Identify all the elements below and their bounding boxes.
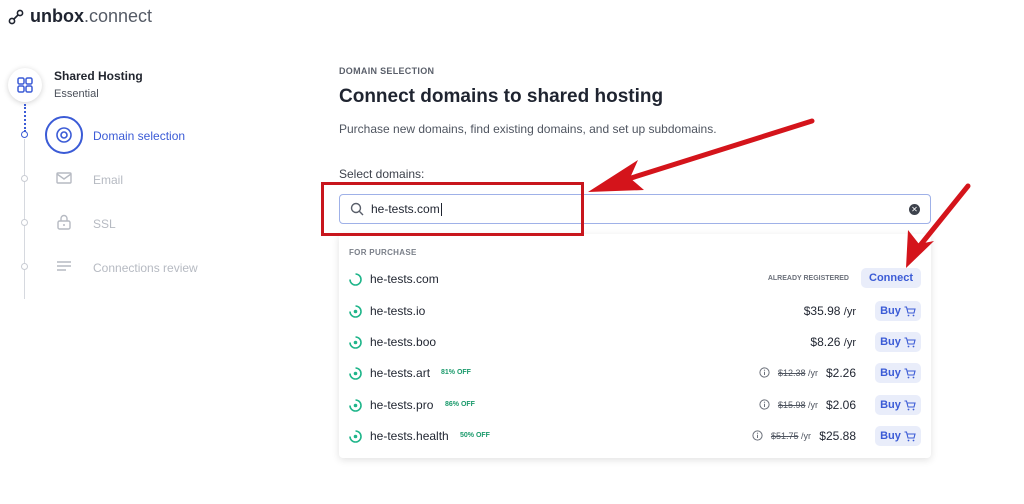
price-value: $8.26: [810, 335, 841, 349]
original-price-period: /yr: [808, 400, 818, 410]
discounted-price: $25.88: [819, 429, 856, 443]
cart-icon: [904, 367, 916, 378]
domain-name: he-tests.boo: [370, 335, 437, 349]
lock-icon: [46, 204, 82, 240]
original-price: $15.98 /yr: [778, 400, 818, 410]
step-email[interactable]: Email: [93, 173, 123, 187]
info-icon[interactable]: [759, 367, 770, 378]
list-item[interactable]: he-tests.io $35.98 /yr Buy: [339, 296, 931, 327]
original-price: $12.38 /yr: [778, 368, 818, 378]
step-dot-email: [21, 175, 28, 182]
buy-label: Buy: [880, 430, 901, 442]
list-item[interactable]: he-tests.boo $8.26 /yr Buy: [339, 327, 931, 358]
buy-label: Buy: [880, 336, 901, 348]
original-price-value: $12.38: [777, 368, 806, 378]
domain-name: he-tests.pro: [370, 398, 434, 412]
buy-button[interactable]: Buy: [875, 426, 921, 446]
results-header: FOR PURCHASE: [349, 248, 417, 257]
available-status-icon: [349, 305, 362, 318]
list-item[interactable]: he-tests.art 81% OFF $12.38 /yr $2.26 Bu…: [339, 358, 931, 389]
discount-badge: 86% OFF: [445, 401, 475, 408]
plan-subtitle: Essential: [54, 88, 99, 100]
step-ssl[interactable]: SSL: [93, 217, 116, 231]
connect-button[interactable]: Connect: [861, 268, 921, 288]
list-item[interactable]: he-tests.com ALREADY REGISTERED Connect: [339, 264, 931, 295]
original-price-period: /yr: [801, 431, 811, 441]
buy-button[interactable]: Buy: [875, 332, 921, 352]
original-price-value: $51.75: [770, 431, 799, 441]
step-domain-selection[interactable]: Domain selection: [93, 129, 185, 143]
logo-bold: unbox: [30, 6, 84, 26]
list-item[interactable]: he-tests.pro 86% OFF $15.98 /yr $2.06 Bu…: [339, 390, 931, 421]
available-status-icon: [349, 399, 362, 412]
step-dot-review: [21, 263, 28, 270]
target-icon: [45, 116, 83, 154]
buy-button[interactable]: Buy: [875, 363, 921, 383]
discounted-price: $2.06: [825, 398, 856, 412]
page-subtitle: Purchase new domains, find existing doma…: [339, 122, 717, 136]
stepper-sidebar: Shared Hosting Essential Domain selectio…: [0, 60, 300, 300]
step-dot-domain: [21, 131, 28, 138]
price-period: /yr: [843, 337, 856, 349]
domain-results-dropdown: FOR PURCHASE he-tests.com ALREADY REGIST…: [339, 234, 931, 458]
buy-label: Buy: [880, 305, 901, 317]
buy-button[interactable]: Buy: [875, 395, 921, 415]
discounted-price: $2.26: [825, 366, 856, 380]
app-logo: unbox.connect: [8, 6, 152, 27]
step-dot-ssl: [21, 219, 28, 226]
hosting-plan-icon: [8, 68, 42, 102]
discount-badge: 50% OFF: [460, 432, 490, 439]
info-icon[interactable]: [759, 399, 770, 410]
available-status-icon: [349, 336, 362, 349]
domain-name: he-tests.art: [370, 366, 431, 380]
original-price-value: $15.98: [777, 400, 806, 410]
progress-connector: [24, 104, 26, 132]
original-price-period: /yr: [808, 368, 818, 378]
step-connections-review[interactable]: Connections review: [93, 261, 198, 275]
logo-light: .connect: [84, 6, 153, 26]
available-status-icon: [349, 367, 362, 380]
list-item[interactable]: he-tests.health 50% OFF $51.75 /yr $25.8…: [339, 421, 931, 452]
cart-icon: [904, 305, 916, 316]
info-icon[interactable]: [752, 430, 763, 441]
price-value: $35.98: [803, 304, 841, 318]
buy-label: Buy: [880, 399, 901, 411]
annotation-highlight-box: [321, 182, 584, 236]
discount-badge: 81% OFF: [441, 369, 471, 376]
cart-icon: [904, 399, 916, 410]
list-icon: [46, 248, 82, 284]
mail-icon: [46, 160, 82, 196]
clear-search-icon[interactable]: ✕: [909, 204, 920, 215]
link-icon: [8, 9, 24, 24]
cart-icon: [904, 336, 916, 347]
plan-title: Shared Hosting: [54, 69, 143, 83]
main-panel: DOMAIN SELECTION Connect domains to shar…: [339, 66, 939, 458]
buy-label: Buy: [880, 367, 901, 379]
price-period: /yr: [843, 306, 856, 318]
page-title: Connect domains to shared hosting: [339, 86, 664, 107]
price: $35.98 /yr: [804, 304, 856, 318]
domain-name: he-tests.com: [370, 272, 439, 286]
original-price: $51.75 /yr: [771, 431, 811, 441]
buy-button[interactable]: Buy: [875, 301, 921, 321]
select-domains-label: Select domains:: [339, 167, 425, 181]
domain-name: he-tests.health: [370, 429, 449, 443]
section-eyebrow: DOMAIN SELECTION: [339, 66, 435, 76]
available-status-icon: [349, 430, 362, 443]
domain-name: he-tests.io: [370, 304, 426, 318]
already-registered-badge: ALREADY REGISTERED: [767, 275, 849, 282]
price: $8.26 /yr: [810, 335, 856, 349]
loading-spinner-icon: [349, 273, 362, 286]
cart-icon: [904, 430, 916, 441]
